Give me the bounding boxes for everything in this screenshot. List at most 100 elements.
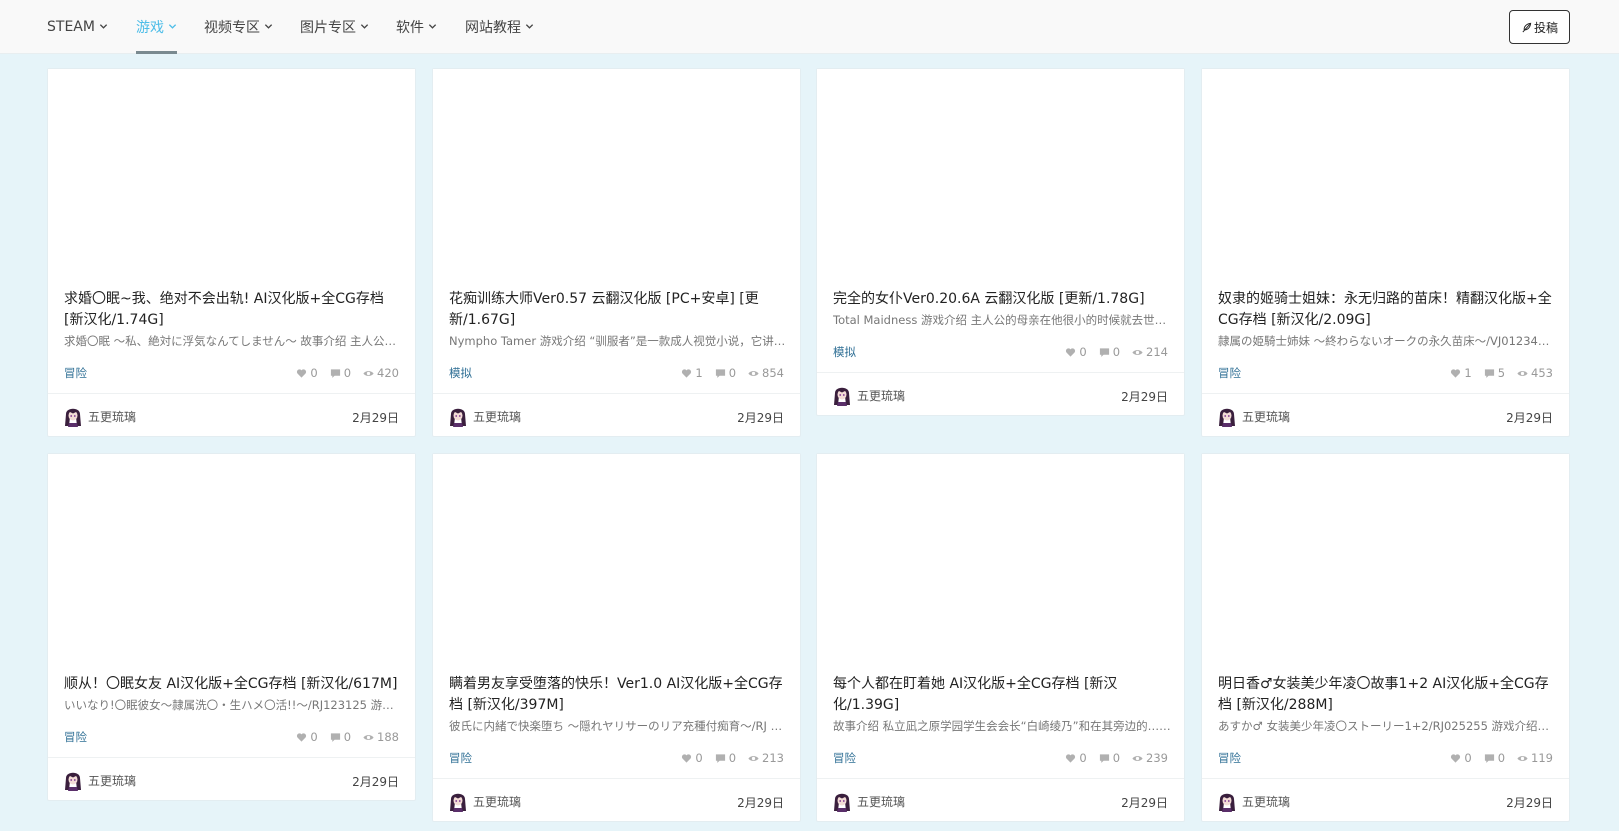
post-stats: 1 0 854 (669, 366, 784, 380)
views-stat: 119 (1517, 751, 1553, 765)
post-category-link[interactable]: 冒险 (64, 365, 87, 381)
post-author[interactable]: 五更琉璃 (833, 790, 905, 812)
post-excerpt: 隷属の姫騎士姉妹 ～終わらないオークの永久苗床～/VJ012345 游戏介绍…… (1218, 334, 1556, 348)
post-thumbnail[interactable] (817, 69, 1184, 283)
nav-item-label: 图片专区 (300, 20, 356, 36)
post-card[interactable]: 花痴训练大师Ver0.57 云翻汉化版 [PC+安卓] [更新/1.67G] N… (432, 68, 801, 437)
post-thumbnail[interactable] (1202, 69, 1569, 283)
post-title[interactable]: 明日香♂女装美少年凌〇故事1+2 AI汉化版+全CG存档 [新汉化/288M] (1218, 674, 1558, 716)
post-thumbnail[interactable] (433, 69, 800, 283)
post-thumbnail[interactable] (433, 454, 800, 668)
post-thumbnail[interactable] (1202, 454, 1569, 668)
post-card[interactable]: 明日香♂女装美少年凌〇故事1+2 AI汉化版+全CG存档 [新汉化/288M] … (1201, 453, 1570, 822)
post-card[interactable]: 瞒着男友享受堕落的快乐！Ver1.0 AI汉化版+全CG存档 [新汉化/397M… (432, 453, 801, 822)
post-category-link[interactable]: 冒险 (64, 729, 87, 745)
post-excerpt: あすか♂ 女装美少年凌〇ストーリー1+2/RJ025255 游戏介绍…… (1218, 719, 1556, 733)
post-card[interactable]: 每个人都在盯着她 AI汉化版+全CG存档 [新汉化/1.39G] 故事介绍 私立… (816, 453, 1185, 822)
heart-icon (297, 732, 307, 742)
post-title[interactable]: 求婚〇眠~我、绝对不会出轨! AI汉化版+全CG存档 [新汉化/1.74G] (64, 289, 404, 331)
nav-item-tutorials[interactable]: 网站教程 (465, 0, 534, 54)
post-excerpt: Nympho Tamer 游戏介绍 “驯服者”是一款成人视觉小说，它讲述了…… (449, 334, 787, 348)
likes-stat[interactable]: 1 (1450, 366, 1472, 380)
likes-stat[interactable]: 0 (681, 751, 703, 765)
author-name: 五更琉璃 (1242, 794, 1291, 809)
post-title[interactable]: 花痴训练大师Ver0.57 云翻汉化版 [PC+安卓] [更新/1.67G] (449, 289, 789, 331)
likes-count: 0 (695, 751, 703, 765)
post-author[interactable]: 五更琉璃 (64, 405, 136, 427)
views-stat: 453 (1517, 366, 1553, 380)
nav-item-software[interactable]: 软件 (396, 0, 437, 54)
post-card[interactable]: 顺从！〇眠女友 AI汉化版+全CG存档 [新汉化/617M] いいなり!〇眠彼女… (47, 453, 416, 801)
heart-icon (1451, 753, 1461, 763)
post-date: 2月29日 (737, 411, 784, 425)
likes-count: 0 (310, 366, 318, 380)
author-name: 五更琉璃 (857, 388, 906, 403)
views-stat: 213 (748, 751, 784, 765)
chevron-down-icon (168, 24, 177, 29)
avatar (1219, 408, 1235, 427)
post-card[interactable]: 完全的女仆Ver0.20.6A 云翻汉化版 [更新/1.78G] Total M… (816, 68, 1185, 416)
post-stats: 0 0 213 (669, 751, 784, 765)
likes-stat[interactable]: 0 (296, 366, 318, 380)
likes-stat[interactable]: 1 (681, 366, 703, 380)
likes-count: 0 (1079, 345, 1087, 359)
comments-stat[interactable]: 0 (1099, 345, 1120, 359)
likes-stat[interactable]: 0 (1065, 751, 1087, 765)
comments-stat[interactable]: 5 (1484, 366, 1505, 380)
eye-icon (748, 755, 759, 761)
post-category-link[interactable]: 冒险 (1218, 365, 1241, 381)
nav-item-video[interactable]: 视频专区 (204, 0, 273, 54)
eye-icon (1517, 755, 1528, 761)
nav-item-images[interactable]: 图片专区 (300, 0, 369, 54)
comments-stat[interactable]: 0 (715, 366, 736, 380)
post-title[interactable]: 每个人都在盯着她 AI汉化版+全CG存档 [新汉化/1.39G] (833, 674, 1173, 716)
post-category-link[interactable]: 冒险 (1218, 750, 1241, 766)
post-excerpt: いいなり!〇眠彼女～隷属洗〇・生ハメ〇活!!～/RJ123125 游戏介绍…… (64, 698, 402, 712)
post-author[interactable]: 五更琉璃 (1218, 405, 1290, 427)
card-divider (433, 778, 800, 779)
post-author[interactable]: 五更琉璃 (1218, 790, 1290, 812)
comments-stat[interactable]: 0 (330, 730, 351, 744)
post-thumbnail[interactable] (817, 454, 1184, 668)
post-category-link[interactable]: 冒险 (833, 750, 856, 766)
post-excerpt: 求婚〇眠 ～私、絶対に浮気なんてしません～ 故事介绍 主人公是一名大学生，他和女… (64, 334, 402, 348)
likes-stat[interactable]: 0 (1065, 345, 1087, 359)
views-count: 188 (377, 730, 399, 744)
post-author[interactable]: 五更琉璃 (64, 769, 136, 791)
nav-item-games[interactable]: 游戏 (136, 0, 177, 54)
post-title[interactable]: 顺从！〇眠女友 AI汉化版+全CG存档 [新汉化/617M] (64, 674, 404, 695)
likes-stat[interactable]: 0 (1450, 751, 1472, 765)
post-author[interactable]: 五更琉璃 (449, 405, 521, 427)
comments-stat[interactable]: 0 (1099, 751, 1120, 765)
post-category-link[interactable]: 冒险 (449, 750, 472, 766)
heart-icon (682, 753, 692, 763)
comments-count: 0 (1112, 345, 1121, 359)
nav-item-steam[interactable]: STEAM (47, 0, 108, 54)
comments-stat[interactable]: 0 (330, 366, 351, 380)
comment-icon (1099, 347, 1109, 357)
post-author[interactable]: 五更琉璃 (833, 384, 905, 406)
post-author[interactable]: 五更琉璃 (449, 790, 521, 812)
post-title[interactable]: 完全的女仆Ver0.20.6A 云翻汉化版 [更新/1.78G] (833, 289, 1173, 310)
post-button[interactable]: 投稿 (1509, 10, 1570, 44)
comments-stat[interactable]: 0 (1484, 751, 1505, 765)
likes-count: 0 (310, 730, 318, 744)
post-card[interactable]: 奴隶的姬骑士姐妹：永无归路的苗床！精翻汉化版+全CG存档 [新汉化/2.09G]… (1201, 68, 1570, 437)
chevron-down-icon (428, 24, 437, 29)
eye-icon (363, 370, 374, 376)
post-stats: 1 5 453 (1438, 366, 1553, 380)
chevron-down-icon (360, 24, 369, 29)
post-card[interactable]: 求婚〇眠~我、绝对不会出轨! AI汉化版+全CG存档 [新汉化/1.74G] 求… (47, 68, 416, 437)
likes-stat[interactable]: 0 (296, 730, 318, 744)
avatar (65, 408, 81, 427)
post-thumbnail[interactable] (48, 69, 415, 283)
post-date: 2月29日 (1121, 390, 1168, 404)
post-category-link[interactable]: 模拟 (833, 344, 856, 360)
post-category-link[interactable]: 模拟 (449, 365, 472, 381)
card-divider (48, 757, 415, 758)
post-title[interactable]: 奴隶的姬骑士姐妹：永无归路的苗床！精翻汉化版+全CG存档 [新汉化/2.09G] (1218, 289, 1558, 331)
post-title[interactable]: 瞒着男友享受堕落的快乐！Ver1.0 AI汉化版+全CG存档 [新汉化/397M… (449, 674, 789, 716)
comments-stat[interactable]: 0 (715, 751, 736, 765)
likes-count: 0 (1464, 751, 1472, 765)
post-thumbnail[interactable] (48, 454, 415, 668)
